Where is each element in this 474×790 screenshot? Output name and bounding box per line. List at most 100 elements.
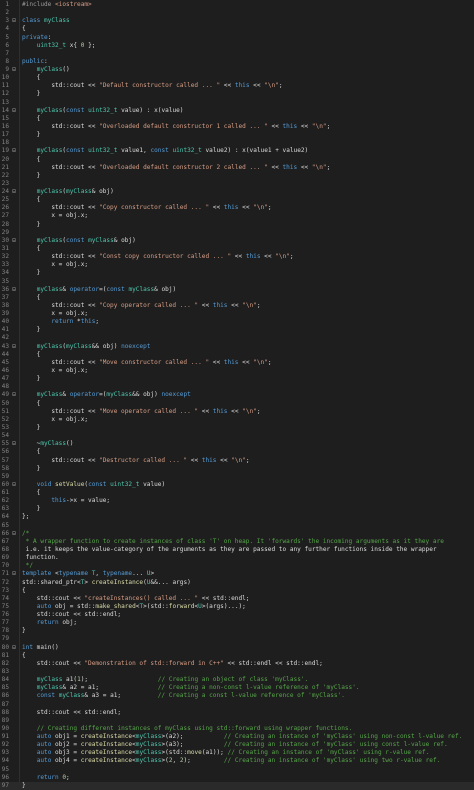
code-line[interactable]: 57 std::cout << "Destructor called ... "… [0, 457, 474, 465]
code-line[interactable]: 49 ⊟ myClass& operator=(myClass&& obj) no… [0, 391, 474, 399]
code-line[interactable]: 45 std::cout << "Move constructor called… [0, 359, 474, 367]
code-line[interactable]: 53 } [0, 424, 474, 432]
fold-toggle-icon[interactable]: ⊟ [11, 66, 17, 74]
fold-toggle-icon[interactable]: ⊟ [11, 440, 17, 448]
code-line[interactable]: 43 ⊟ myClass(myClass&& obj) noexcept [0, 343, 474, 351]
code-line[interactable]: 85 myClass& a2 = a1; // Creating a non-c… [0, 684, 474, 692]
code-line[interactable]: 40 return *this; [0, 318, 474, 326]
code-line[interactable]: 6 uint32_t x{ 0 }; [0, 42, 474, 50]
code-line[interactable]: 60 ⊟ void setValue(const uint32_t value) [0, 481, 474, 489]
code-line[interactable]: 51 std::cout << "Move operator called ..… [0, 408, 474, 416]
code-line[interactable]: 18 [0, 139, 474, 147]
code-line[interactable]: 38 std::cout << "Copy operator called ..… [0, 302, 474, 310]
code-line[interactable]: 82 std::cout << "Demonstration of std::f… [0, 660, 474, 668]
fold-toggle-icon[interactable]: ⊟ [11, 188, 17, 196]
code-line[interactable]: 87 [0, 701, 474, 709]
fold-toggle-icon[interactable]: ⊟ [11, 107, 17, 115]
code-line[interactable]: 3 ⊟ class myClass [0, 17, 474, 25]
fold-toggle-icon[interactable]: ⊟ [11, 530, 17, 538]
code-line[interactable]: 44 { [0, 351, 474, 359]
code-line[interactable]: 36 ⊟ myClass& operator=(const myClass& ob… [0, 286, 474, 294]
code-line[interactable]: 31 { [0, 245, 474, 253]
code-line[interactable]: 9 ⊟ myClass() [0, 66, 474, 74]
code-line[interactable]: 26 std::cout << "Copy constructor called… [0, 204, 474, 212]
code-line[interactable]: 21 std::cout << "Overloaded default cons… [0, 164, 474, 172]
code-line[interactable]: 77 return obj; [0, 619, 474, 627]
code-line[interactable]: 75 auto obj = std::make_shared<T>(std::f… [0, 603, 474, 611]
code-line[interactable]: 14 ⊟ myClass(const uint32_t value) : x(va… [0, 107, 474, 115]
code-line[interactable]: 69 function. [0, 554, 474, 562]
code-line[interactable]: 94 auto obj4 = createInstance<myClass>(2… [0, 757, 474, 765]
code-line[interactable]: 41 } [0, 326, 474, 334]
code-line[interactable]: 32 std::cout << "Const copy constructor … [0, 253, 474, 261]
code-line[interactable]: 55 ⊟ ~myClass() [0, 440, 474, 448]
code-line[interactable]: 23 [0, 180, 474, 188]
code-line[interactable]: 27 x = obj.x; [0, 212, 474, 220]
fold-toggle-icon[interactable]: ⊟ [11, 147, 17, 155]
fold-toggle-icon[interactable]: ⊟ [11, 644, 17, 652]
code-line[interactable]: 24 ⊟ myClass(myClass& obj) [0, 188, 474, 196]
code-line[interactable]: 17 } [0, 131, 474, 139]
code-line[interactable]: 28 } [0, 221, 474, 229]
code-line[interactable]: 54 [0, 432, 474, 440]
code-line[interactable]: 16 std::cout << "Overloaded default cons… [0, 123, 474, 131]
code-line[interactable]: 80 ⊟ int main() [0, 644, 474, 652]
code-line[interactable]: 62 this->x = value; [0, 497, 474, 505]
code-line[interactable]: 70 */ [0, 562, 474, 570]
code-line[interactable]: 5 private: [0, 34, 474, 42]
code-line[interactable]: 83 [0, 668, 474, 676]
code-line[interactable]: 91 auto obj1 = createInstance<myClass>(a… [0, 733, 474, 741]
code-line[interactable]: 8 public: [0, 58, 474, 66]
code-line[interactable]: 34 } [0, 269, 474, 277]
code-line[interactable]: 22 } [0, 172, 474, 180]
code-line[interactable]: 65 [0, 522, 474, 530]
code-line[interactable]: 63 } [0, 505, 474, 513]
code-editor[interactable]: 1 #include <iostream> 2 3 ⊟ class myClass 4{5 p… [0, 0, 474, 790]
code-line[interactable]: 29 [0, 229, 474, 237]
code-line[interactable]: 35 [0, 278, 474, 286]
code-line[interactable]: 73 { [0, 587, 474, 595]
code-line[interactable]: 10 { [0, 74, 474, 82]
code-line[interactable]: 42 [0, 334, 474, 342]
code-line[interactable]: 58 } [0, 465, 474, 473]
code-line[interactable]: 52 x = obj.x; [0, 416, 474, 424]
code-line[interactable]: 67 * A wrapper function to create instan… [0, 538, 474, 546]
code-line[interactable]: 11 std::cout << "Default constructor cal… [0, 82, 474, 90]
code-line[interactable]: 72 std::shared_ptr<T> createInstance(U&&.… [0, 579, 474, 587]
code-line[interactable]: 68 i.e. it keeps the value-category of t… [0, 546, 474, 554]
code-line[interactable]: 92 auto obj2 = createInstance<myClass>(a… [0, 741, 474, 749]
code-line[interactable]: 64}; [0, 513, 474, 521]
code-line[interactable]: 15 { [0, 115, 474, 123]
fold-toggle-icon[interactable]: ⊟ [11, 481, 17, 489]
fold-toggle-icon[interactable]: ⊟ [11, 570, 17, 578]
code-line[interactable]: 89 [0, 717, 474, 725]
code-line[interactable]: 50 { [0, 400, 474, 408]
code-line[interactable]: 86 const myClass& a3 = a1; // Creating a… [0, 692, 474, 700]
fold-toggle-icon[interactable]: ⊟ [11, 237, 17, 245]
code-line[interactable]: 1 #include <iostream> [0, 1, 474, 9]
code-line[interactable]: 46 x = obj.x; [0, 367, 474, 375]
code-line[interactable]: 61 { [0, 489, 474, 497]
code-line[interactable]: 30 ⊟ myClass(const myClass& obj) [0, 237, 474, 245]
code-line[interactable]: 47 } [0, 375, 474, 383]
code-line[interactable]: 33 x = obj.x; [0, 261, 474, 269]
code-line[interactable]: 81 { [0, 652, 474, 660]
code-line[interactable]: 19 ⊟ myClass(const uint32_t value1, const… [0, 147, 474, 155]
code-line[interactable]: 2 [0, 9, 474, 17]
code-line[interactable]: 78} [0, 627, 474, 635]
code-line[interactable]: 7 [0, 50, 474, 58]
code-line[interactable]: 4{ [0, 25, 474, 33]
code-line[interactable]: 71 ⊟ template <typename T, typename... U> [0, 570, 474, 578]
code-line[interactable]: 93 auto obj3 = createInstance<myClass>(s… [0, 749, 474, 757]
code-line[interactable]: 20 { [0, 156, 474, 164]
code-line[interactable]: 37 { [0, 294, 474, 302]
code-line[interactable]: 79 [0, 635, 474, 643]
fold-toggle-icon[interactable]: ⊟ [11, 286, 17, 294]
code-line[interactable]: 95 [0, 766, 474, 774]
code-line[interactable]: 66 ⊟ /* [0, 530, 474, 538]
code-line[interactable]: 12 } [0, 90, 474, 98]
fold-toggle-icon[interactable]: ⊟ [11, 343, 17, 351]
code-line[interactable]: 96 return 0; [0, 774, 474, 782]
fold-toggle-icon[interactable]: ⊟ [11, 391, 17, 399]
code-line[interactable]: 74 std::cout << "createInstances() calle… [0, 595, 474, 603]
